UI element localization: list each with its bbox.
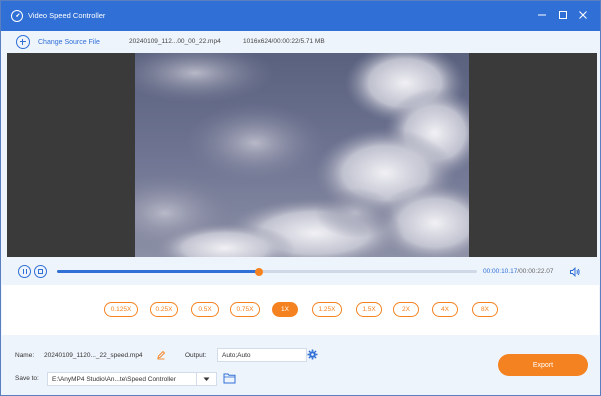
app-window: Video Speed Controller Change Source Fil… xyxy=(0,0,601,396)
maximize-icon xyxy=(559,11,567,19)
pencil-icon[interactable] xyxy=(156,350,166,360)
stop-icon xyxy=(38,269,43,274)
save-path-dropdown[interactable] xyxy=(197,372,217,386)
output-label: Output: xyxy=(185,352,207,359)
speed-presets: 0.125X 0.25X 0.5X 0.75X 1X 1.25X 1.5X 2X 4X 8X xyxy=(2,285,599,335)
speed-option-button[interactable]: 1.5X xyxy=(356,302,382,317)
pause-icon xyxy=(22,269,27,274)
time-readout: 00:00:10.17/00:00:22.07 xyxy=(483,268,554,275)
title-bar: Video Speed Controller xyxy=(1,1,600,31)
progress-handle[interactable] xyxy=(254,267,263,276)
change-source-button[interactable]: Change Source File xyxy=(16,34,100,50)
playback-bar: 00:00:10.17/00:00:22.07 xyxy=(2,259,599,285)
name-label: Name: xyxy=(15,352,35,359)
minimize-icon xyxy=(538,14,546,16)
speed-option-button[interactable]: 4X xyxy=(432,302,458,317)
speed-option-button[interactable]: 0.25X xyxy=(150,302,178,317)
change-source-label: Change Source File xyxy=(38,38,100,46)
file-toolbar: Change Source File 20240109_112...00_00_… xyxy=(2,31,599,53)
source-filename: 20240109_112...00_00_22.mp4 xyxy=(129,38,221,45)
current-time: 00:00:10.17 xyxy=(483,268,518,275)
window-title: Video Speed Controller xyxy=(28,11,106,20)
source-file-info: 1016x624/00:00:22/5.71 MB xyxy=(243,38,325,45)
speed-option-button[interactable]: 0.5X xyxy=(191,302,219,317)
progress-fill xyxy=(57,270,259,273)
speed-option-button[interactable]: 2X xyxy=(393,302,419,317)
speed-option-button[interactable]: 8X xyxy=(472,302,498,317)
export-button[interactable]: Export xyxy=(498,354,588,376)
gear-icon[interactable] xyxy=(307,349,318,360)
speed-option-button[interactable]: 0.125X xyxy=(104,302,138,317)
pause-button[interactable] xyxy=(18,265,31,278)
stop-button[interactable] xyxy=(34,265,47,278)
volume-icon[interactable] xyxy=(569,266,581,278)
save-path-field[interactable]: E:\AnyMP4 Studio\An...te\Speed Controlle… xyxy=(47,372,197,386)
progress-slider[interactable] xyxy=(57,267,477,276)
output-name: 20240109_1120..._22_speed.mp4 xyxy=(44,352,143,359)
maximize-button[interactable] xyxy=(556,8,570,22)
close-icon xyxy=(579,11,587,19)
total-time: 00:00:22.07 xyxy=(519,268,554,275)
speedometer-icon xyxy=(11,10,23,22)
speed-option-button[interactable]: 0.75X xyxy=(230,302,260,317)
video-preview xyxy=(7,53,597,257)
output-panel: Name: 20240109_1120..._22_speed.mp4 Outp… xyxy=(2,341,599,395)
close-button[interactable] xyxy=(576,8,590,22)
speed-option-button[interactable]: 1X xyxy=(272,302,298,317)
folder-icon[interactable] xyxy=(223,372,236,384)
save-to-label: Save to: xyxy=(15,375,39,382)
chevron-down-icon xyxy=(203,377,210,381)
output-format-field[interactable]: Auto;Auto xyxy=(217,348,307,362)
video-frame xyxy=(135,53,469,257)
sky-clouds-image xyxy=(135,53,469,257)
speed-option-button[interactable]: 1.25X xyxy=(312,302,342,317)
add-circle-icon xyxy=(16,35,30,49)
minimize-button[interactable] xyxy=(535,8,549,22)
